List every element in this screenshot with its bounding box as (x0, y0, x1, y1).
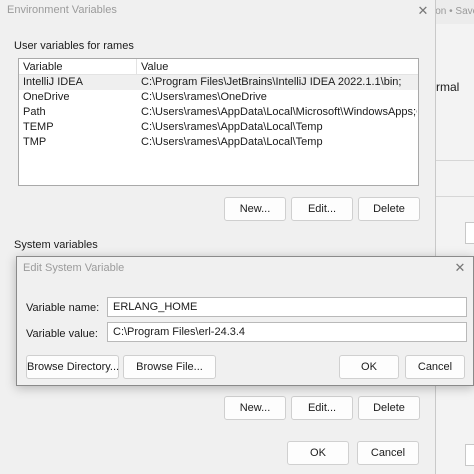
system-delete-button[interactable]: Delete (358, 396, 420, 420)
edit-system-variable-dialog: Edit System Variable ✕ Variable name: ER… (16, 256, 474, 386)
system-variables-label: System variables (14, 239, 98, 251)
column-header-variable[interactable]: Variable (23, 61, 63, 73)
row-value: C:\Users\rames\AppData\Local\Temp (141, 121, 323, 133)
variable-name-label: Variable name: (26, 302, 100, 314)
row-variable: IntelliJ IDEA (23, 76, 83, 88)
browse-file-button[interactable]: Browse File... (123, 355, 216, 379)
background-field (465, 444, 474, 466)
browse-directory-button[interactable]: Browse Directory... (26, 355, 119, 379)
row-value: C:\Users\rames\AppData\Local\Microsoft\W… (141, 106, 417, 118)
table-header: Variable Value (19, 59, 418, 75)
background-app-title: ion • Save (430, 0, 474, 24)
row-variable: Path (23, 106, 46, 118)
environment-variables-window: Environment Variables ✕ User variables f… (0, 0, 436, 474)
table-row[interactable]: TEMP C:\Users\rames\AppData\Local\Temp (19, 120, 418, 135)
system-new-button[interactable]: New... (224, 396, 286, 420)
row-variable: OneDrive (23, 91, 70, 103)
row-value: C:\Users\rames\OneDrive (141, 91, 267, 103)
background-divider (436, 196, 474, 197)
user-variables-table[interactable]: Variable Value IntelliJ IDEA C:\Program … (18, 58, 419, 186)
variable-value-label: Variable value: (26, 328, 98, 340)
row-variable: TMP (23, 136, 47, 148)
row-variable: TEMP (23, 121, 54, 133)
background-field (465, 222, 474, 244)
dialog-title: Edit System Variable (23, 262, 125, 274)
dialog-ok-button[interactable]: OK (339, 355, 399, 379)
ok-button[interactable]: OK (287, 441, 349, 465)
background-divider (436, 160, 474, 161)
close-icon[interactable]: ✕ (410, 0, 436, 22)
dialog-cancel-button[interactable]: Cancel (405, 355, 465, 379)
column-separator[interactable] (136, 59, 137, 75)
row-value: C:\Users\rames\AppData\Local\Temp (141, 136, 323, 148)
table-row[interactable]: TMP C:\Users\rames\AppData\Local\Temp (19, 135, 418, 150)
variable-value-input[interactable]: C:\Program Files\erl-24.3.4 (107, 322, 467, 342)
user-new-button[interactable]: New... (224, 197, 286, 221)
user-delete-button[interactable]: Delete (358, 197, 420, 221)
table-row[interactable]: OneDrive C:\Users\rames\OneDrive (19, 90, 418, 105)
variable-name-input[interactable]: ERLANG_HOME (107, 297, 467, 317)
row-value: C:\Program Files\JetBrains\IntelliJ IDEA… (141, 76, 402, 88)
column-header-value[interactable]: Value (141, 61, 168, 73)
user-edit-button[interactable]: Edit... (291, 197, 353, 221)
background-app-text: rmal (436, 80, 460, 94)
user-variables-label: User variables for rames (14, 40, 134, 52)
system-edit-button[interactable]: Edit... (291, 396, 353, 420)
cancel-button[interactable]: Cancel (357, 441, 419, 465)
table-row[interactable]: IntelliJ IDEA C:\Program Files\JetBrains… (19, 75, 418, 90)
table-row[interactable]: Path C:\Users\rames\AppData\Local\Micros… (19, 105, 418, 120)
close-icon[interactable]: ✕ (449, 259, 471, 277)
window-title: Environment Variables (7, 4, 117, 16)
